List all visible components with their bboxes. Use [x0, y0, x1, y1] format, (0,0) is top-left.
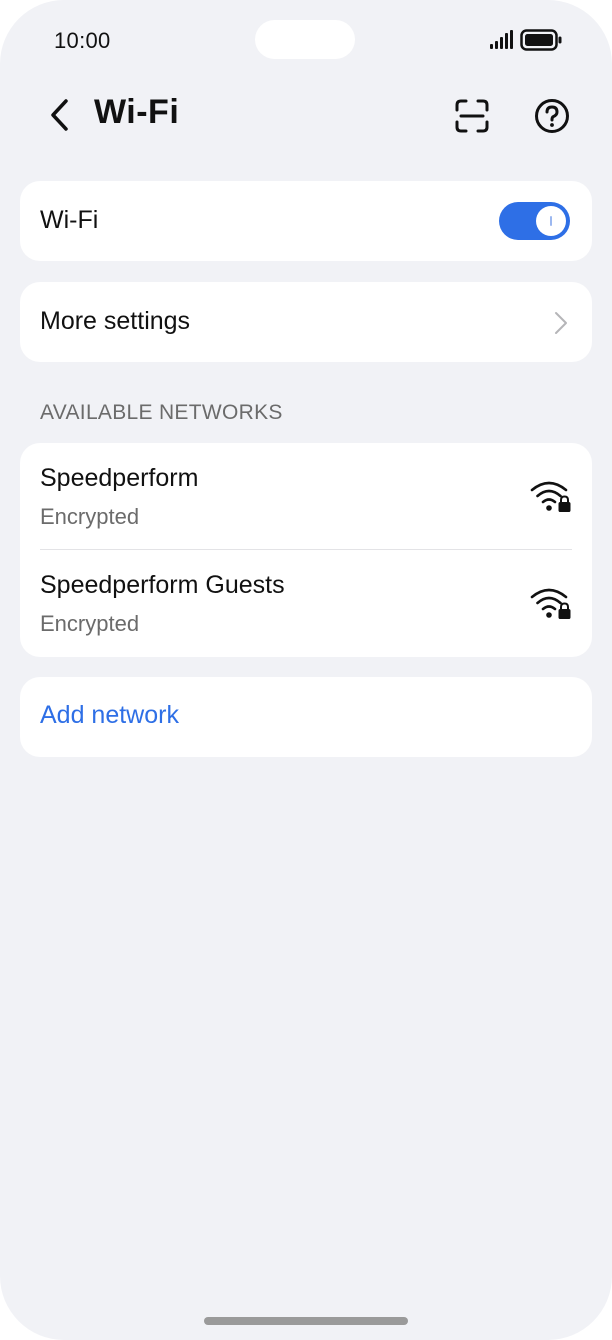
dynamic-island	[255, 20, 355, 59]
network-status: Encrypted	[40, 611, 140, 636]
more-settings-row[interactable]: More settings	[20, 282, 592, 362]
section-header-available-networks: AVAILABLE NETWORKS	[40, 401, 283, 424]
more-settings-label: More settings	[40, 307, 191, 335]
network-status: Encrypted	[40, 504, 140, 529]
network-item[interactable]: Speedperform Guests Encrypted	[20, 550, 592, 657]
network-name: Speedperform Guests	[40, 571, 285, 599]
help-button[interactable]	[530, 94, 574, 138]
battery-full-icon	[520, 29, 562, 51]
wifi-locked-icon	[530, 588, 571, 619]
network-name: Speedperform	[40, 464, 199, 492]
page-title: Wi-Fi	[94, 93, 180, 131]
scan-button[interactable]	[450, 94, 494, 138]
wifi-toggle-switch[interactable]	[499, 202, 570, 240]
add-network-label: Add network	[40, 701, 179, 729]
back-button[interactable]	[38, 92, 82, 138]
networks-list: Speedperform Encrypted Speedperform Gues…	[20, 443, 592, 657]
cellular-signal-icon	[490, 30, 513, 49]
status-time: 10:00	[54, 28, 111, 53]
network-item[interactable]: Speedperform Encrypted	[20, 443, 592, 549]
help-circle-icon	[535, 99, 569, 133]
phone-screen: 10:00 Wi-Fi Wi-Fi More settings AVAILABL…	[0, 0, 612, 1340]
home-indicator[interactable]	[204, 1317, 408, 1325]
wifi-toggle-row[interactable]: Wi-Fi	[20, 181, 592, 261]
wifi-toggle-label: Wi-Fi	[40, 206, 99, 234]
toggle-on-mark	[550, 216, 552, 226]
chevron-left-icon	[51, 99, 68, 131]
scan-qr-icon	[455, 99, 489, 133]
wifi-locked-icon	[530, 481, 571, 512]
add-network-button[interactable]: Add network	[20, 677, 592, 757]
toggle-knob	[536, 206, 566, 236]
chevron-right-icon	[555, 312, 567, 334]
